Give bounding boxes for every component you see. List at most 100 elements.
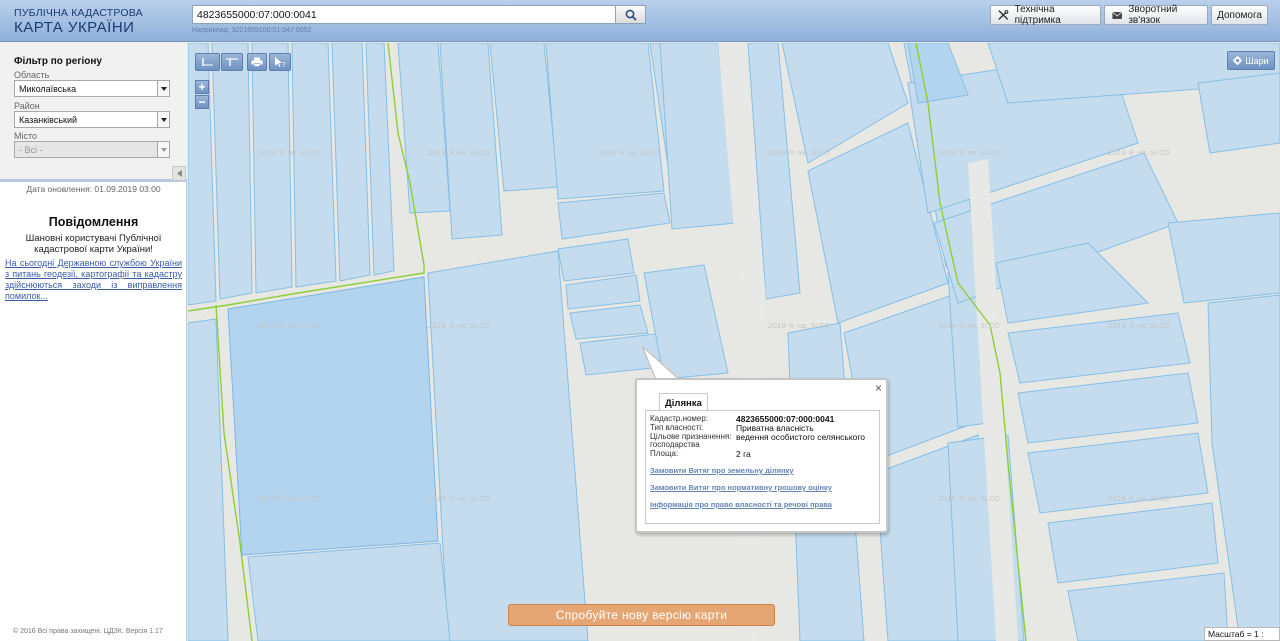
collapse-sidebar-button[interactable] [172, 166, 186, 181]
popup-label-area: Площа: [650, 449, 679, 458]
measure-area-button[interactable] [221, 53, 243, 71]
notice-link[interactable]: На сьогодні Державною службою України з … [5, 258, 182, 302]
watermark: 2019 ® нв. SI.CO [938, 149, 1000, 157]
area-icon [226, 58, 238, 66]
print-button[interactable] [247, 53, 267, 71]
envelope-icon [1112, 11, 1123, 19]
watermark: 2019 ® нв. SI.CO [258, 149, 320, 157]
tech-support-label: Технічна підтримка [1014, 4, 1061, 26]
parcel [557, 238, 635, 282]
city-select[interactable]: - Всі - [14, 141, 170, 158]
order-extract-link[interactable]: Замовити Витяг про земельну ділянку [650, 466, 794, 475]
popup-body: Кадастр.номер: 4823655000:07:000:0041 Ти… [645, 410, 880, 524]
parcel [365, 43, 395, 276]
search-icon [625, 9, 637, 21]
cadastral-parcels-layer: 2019 ® нв. SI.CO 2019 ® нв. SI.CO 2019 ®… [188, 43, 1280, 641]
district-select-value: Казанківський [19, 115, 78, 125]
chevron-left-icon [176, 170, 182, 177]
search-example: Наприклад: 3221655100:01:047:0052 [192, 27, 312, 34]
parcel [569, 304, 649, 340]
layers-button[interactable]: Шари [1227, 51, 1275, 70]
parcel [188, 318, 229, 641]
watermark: 2019 ® нв. SI.CO [258, 495, 320, 503]
watermark: 2019 ® нв. SI.CO [938, 322, 1000, 330]
zoom-out-button[interactable]: − [195, 95, 209, 109]
logo-line1: ПУБЛІЧНА КАДАСТРОВА [14, 7, 143, 19]
order-valuation-link[interactable]: Замовити Витяг про нормативну грошову оц… [650, 483, 832, 492]
parcel [331, 43, 371, 282]
ruler-icon [201, 58, 213, 66]
parcel [427, 250, 589, 641]
feedback-label: Зворотний зв'язок [1128, 4, 1178, 26]
watermark: 2019 ® нв. SI.CO [428, 495, 490, 503]
district-select[interactable]: Казанківський [14, 111, 170, 128]
parcel-selected [227, 276, 439, 556]
search-button[interactable] [615, 5, 646, 24]
parcel-info-popup: × Ділянка Кадастр.номер: 4823655000:07:0… [635, 378, 888, 533]
copyright: © 2016 Всі права захищені. ЦДЗК. Версія … [13, 628, 163, 635]
parcel [1197, 72, 1280, 154]
identify-button[interactable]: ? [269, 53, 291, 71]
cadastral-search-input[interactable] [192, 5, 616, 24]
watermark: 2019 ® нв. SI.CO [1108, 495, 1170, 503]
logo[interactable]: ПУБЛІЧНА КАДАСТРОВА КАРТА УКРАЇНИ [14, 8, 143, 35]
parcel [545, 43, 665, 200]
chevron-down-icon [157, 81, 169, 96]
popup-label-cadastral: Кадастр.номер: [650, 414, 709, 423]
watermark: 2019 ® нв. SI.CO [598, 149, 660, 157]
parcel [251, 43, 293, 294]
region-select[interactable]: Миколаївська [14, 80, 170, 97]
watermark: 2019 ® нв. SI.CO [938, 495, 1000, 503]
help-label: Допомога [1217, 9, 1262, 21]
watermark: 2019 ® нв. SI.CO [1108, 322, 1170, 330]
tools-icon [998, 9, 1009, 20]
header: ПУБЛІЧНА КАДАСТРОВА КАРТА УКРАЇНИ Наприк… [0, 0, 1280, 42]
popup-pointer [642, 346, 682, 381]
parcel [291, 43, 337, 288]
popup-value-area: 2 га [736, 449, 751, 459]
ownership-info-link[interactable]: Інформація про право власності та речові… [650, 500, 832, 509]
popup-value-purpose: ведення особистого селянського [736, 432, 866, 442]
close-icon[interactable]: × [875, 382, 882, 394]
parcel [565, 274, 641, 310]
scale-indicator: Масштаб = 1 : 8531 [1204, 627, 1280, 641]
notice-title: Повідомлення [48, 215, 139, 229]
watermark: 2019 ® нв. SI.CO [768, 149, 830, 157]
district-label: Район [14, 101, 40, 111]
help-button[interactable]: Допомога [1211, 5, 1268, 25]
city-select-value: - Всі - [19, 145, 43, 155]
parcel [211, 43, 253, 300]
region-label: Область [14, 70, 50, 80]
watermark: 2019 ® нв. SI.CO [1108, 149, 1170, 157]
cursor-help-icon: ? [275, 57, 286, 68]
parcel [1047, 502, 1219, 584]
try-new-version-button[interactable]: Спробуйте нову версію карти [508, 604, 775, 626]
parcel [907, 43, 969, 104]
parcel [1167, 212, 1280, 304]
parcel [1017, 372, 1199, 444]
city-label: Місто [14, 131, 38, 141]
zoom-in-button[interactable]: + [195, 80, 209, 94]
map-canvas[interactable]: 2019 ® нв. SI.CO 2019 ® нв. SI.CO 2019 ®… [188, 43, 1280, 641]
printer-icon [251, 57, 263, 67]
layers-label: Шари [1245, 55, 1269, 66]
gear-icon [1233, 56, 1243, 65]
tab-parcel[interactable]: Ділянка [659, 393, 708, 411]
chevron-down-icon [157, 142, 169, 157]
update-date: Дата оновлення: 01.09.2019 03:00 [26, 184, 161, 194]
measure-distance-button[interactable] [195, 53, 220, 71]
watermark: 2019 ® нв. SI.CO [258, 322, 320, 330]
filter-title: Фільтр по регіону [14, 56, 102, 67]
parcel [247, 542, 451, 641]
watermark: 2019 ® нв. SI.CO [428, 149, 490, 157]
feedback-button[interactable]: Зворотний зв'язок [1104, 4, 1208, 26]
notice-text: Шановні користувачі Публічної кадастрово… [25, 233, 162, 255]
watermark: 2019 ® нв. SI.CO [768, 322, 830, 330]
parcel [557, 192, 671, 240]
watermark: 2019 ® нв. SI.CO [428, 322, 490, 330]
logo-line2: КАРТА УКРАЇНИ [14, 18, 135, 36]
popup-value-purpose-cont: господарства [650, 440, 700, 449]
region-select-value: Миколаївська [19, 84, 77, 94]
tech-support-button[interactable]: Технічна підтримка [990, 4, 1101, 26]
svg-text:?: ? [282, 61, 286, 68]
